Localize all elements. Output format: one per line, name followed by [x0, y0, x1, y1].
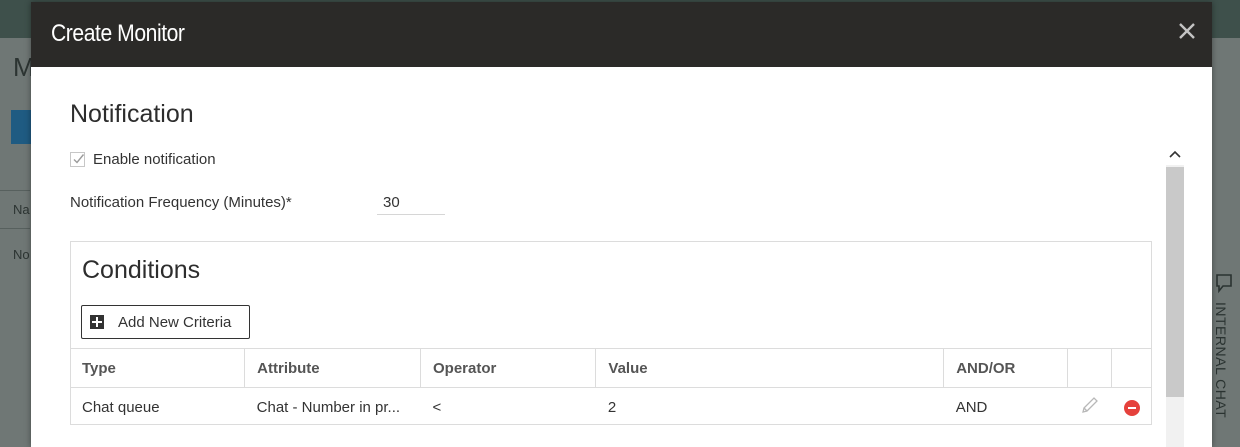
- background-divider: [0, 190, 30, 191]
- background-letter: No: [13, 247, 30, 262]
- column-header-and-or: AND/OR: [943, 348, 1068, 388]
- column-header-type: Type: [70, 348, 245, 388]
- background-divider: [0, 228, 30, 229]
- enable-notification-checkbox[interactable]: [70, 152, 85, 167]
- frequency-label: Notification Frequency (Minutes)*: [70, 194, 292, 211]
- cell-and-or: AND: [955, 398, 988, 416]
- cell-attribute: Chat - Number in pr...: [256, 398, 401, 416]
- add-new-criteria-button[interactable]: Add New Criteria: [81, 305, 250, 339]
- table-header-row: Type Attribute Operator Value AND/OR: [70, 348, 1152, 388]
- plus-icon: [90, 315, 104, 329]
- remove-cell: [1112, 388, 1152, 427]
- column-header-operator: Operator: [419, 348, 596, 388]
- background-letter: Na: [13, 202, 30, 217]
- dialog-header: Create Monitor: [31, 2, 1212, 67]
- pencil-icon[interactable]: [1080, 395, 1100, 419]
- column-header-edit: [1067, 348, 1112, 388]
- scrollbar-thumb[interactable]: [1166, 167, 1184, 397]
- remove-icon[interactable]: [1123, 399, 1140, 416]
- scroll-up-icon[interactable]: [1166, 145, 1184, 165]
- dialog-title: Create Monitor: [51, 20, 185, 47]
- cell-operator: <: [432, 398, 442, 416]
- column-header-attribute: Attribute: [244, 348, 421, 388]
- notification-heading: Notification: [70, 100, 194, 128]
- edit-cell: [1068, 388, 1112, 427]
- frequency-input[interactable]: [377, 191, 445, 215]
- internal-chat-label: INTERNAL CHAT: [1213, 302, 1229, 419]
- close-icon[interactable]: [1176, 22, 1198, 44]
- enable-notification-label: Enable notification: [93, 151, 216, 168]
- cell-type: Chat queue: [82, 398, 160, 416]
- table-row: Chat queue Chat - Number in pr... < 2 AN…: [70, 388, 1152, 427]
- internal-chat-tab[interactable]: INTERNAL CHAT: [1212, 268, 1240, 447]
- criteria-table: Type Attribute Operator Value AND/OR Cha…: [70, 348, 1152, 426]
- background-button: [11, 110, 33, 144]
- conditions-panel: Conditions Add New Criteria Type Attribu…: [70, 241, 1152, 425]
- chat-bubble-icon: [1214, 272, 1234, 297]
- column-header-remove: [1111, 348, 1152, 388]
- add-new-criteria-label: Add New Criteria: [118, 313, 232, 331]
- conditions-heading: Conditions: [82, 256, 201, 284]
- enable-notification-row: Enable notification: [70, 151, 216, 168]
- cell-value: 2: [607, 398, 617, 416]
- create-monitor-dialog: Create Monitor Notification Enable notif…: [31, 2, 1212, 447]
- column-header-value: Value: [595, 348, 944, 388]
